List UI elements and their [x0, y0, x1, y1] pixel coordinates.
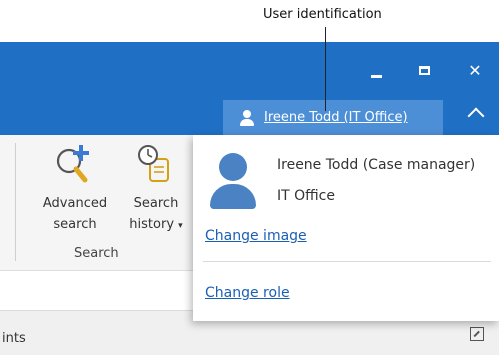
user-popup-panel: Ireene Todd (Case manager) IT Office Cha…: [193, 135, 499, 321]
annotation-leader-line: [325, 27, 326, 111]
advanced-search-button[interactable]: Advanced search: [35, 135, 115, 235]
title-bar: ✕: [0, 42, 499, 100]
dropdown-arrow-icon: ▾: [178, 221, 183, 231]
maximize-icon: [418, 65, 430, 75]
search-history-label-line1: Search: [133, 196, 179, 211]
divider: [203, 261, 491, 262]
user-name-link[interactable]: Ireene Todd (IT Office): [264, 110, 408, 125]
change-image-link[interactable]: Change image: [205, 228, 307, 244]
partial-text: ints: [2, 331, 26, 346]
user-icon: [240, 109, 254, 126]
minimize-button[interactable]: [352, 42, 400, 98]
annotation-label: User identification: [263, 7, 382, 22]
search-group-label: Search: [74, 246, 119, 261]
ribbon-separator: [15, 143, 16, 261]
maximize-button[interactable]: [400, 42, 448, 98]
search-history-button[interactable]: Search history ▾: [122, 135, 190, 237]
search-history-label-line2: history ▾: [129, 217, 183, 232]
user-strip: Ireene Todd (IT Office): [0, 100, 499, 135]
dialog-launcher-icon[interactable]: [470, 327, 484, 341]
search-add-icon: [56, 145, 89, 183]
advanced-search-label-line2: search: [53, 217, 97, 232]
history-scroll-icon: [138, 145, 169, 182]
user-identification-button[interactable]: Ireene Todd (IT Office): [223, 100, 443, 135]
avatar-icon: [210, 153, 256, 209]
change-role-link[interactable]: Change role: [205, 285, 290, 301]
collapse-ribbon-chevron-up-icon[interactable]: [467, 107, 485, 125]
annotation-callout: User identification: [0, 0, 499, 42]
close-icon: ✕: [468, 60, 482, 80]
user-name-role: Ireene Todd (Case manager): [277, 157, 476, 173]
close-button[interactable]: ✕: [451, 42, 499, 98]
user-office: IT Office: [277, 188, 335, 204]
advanced-search-label-line1: Advanced: [42, 196, 108, 211]
minimize-icon: [370, 74, 382, 78]
